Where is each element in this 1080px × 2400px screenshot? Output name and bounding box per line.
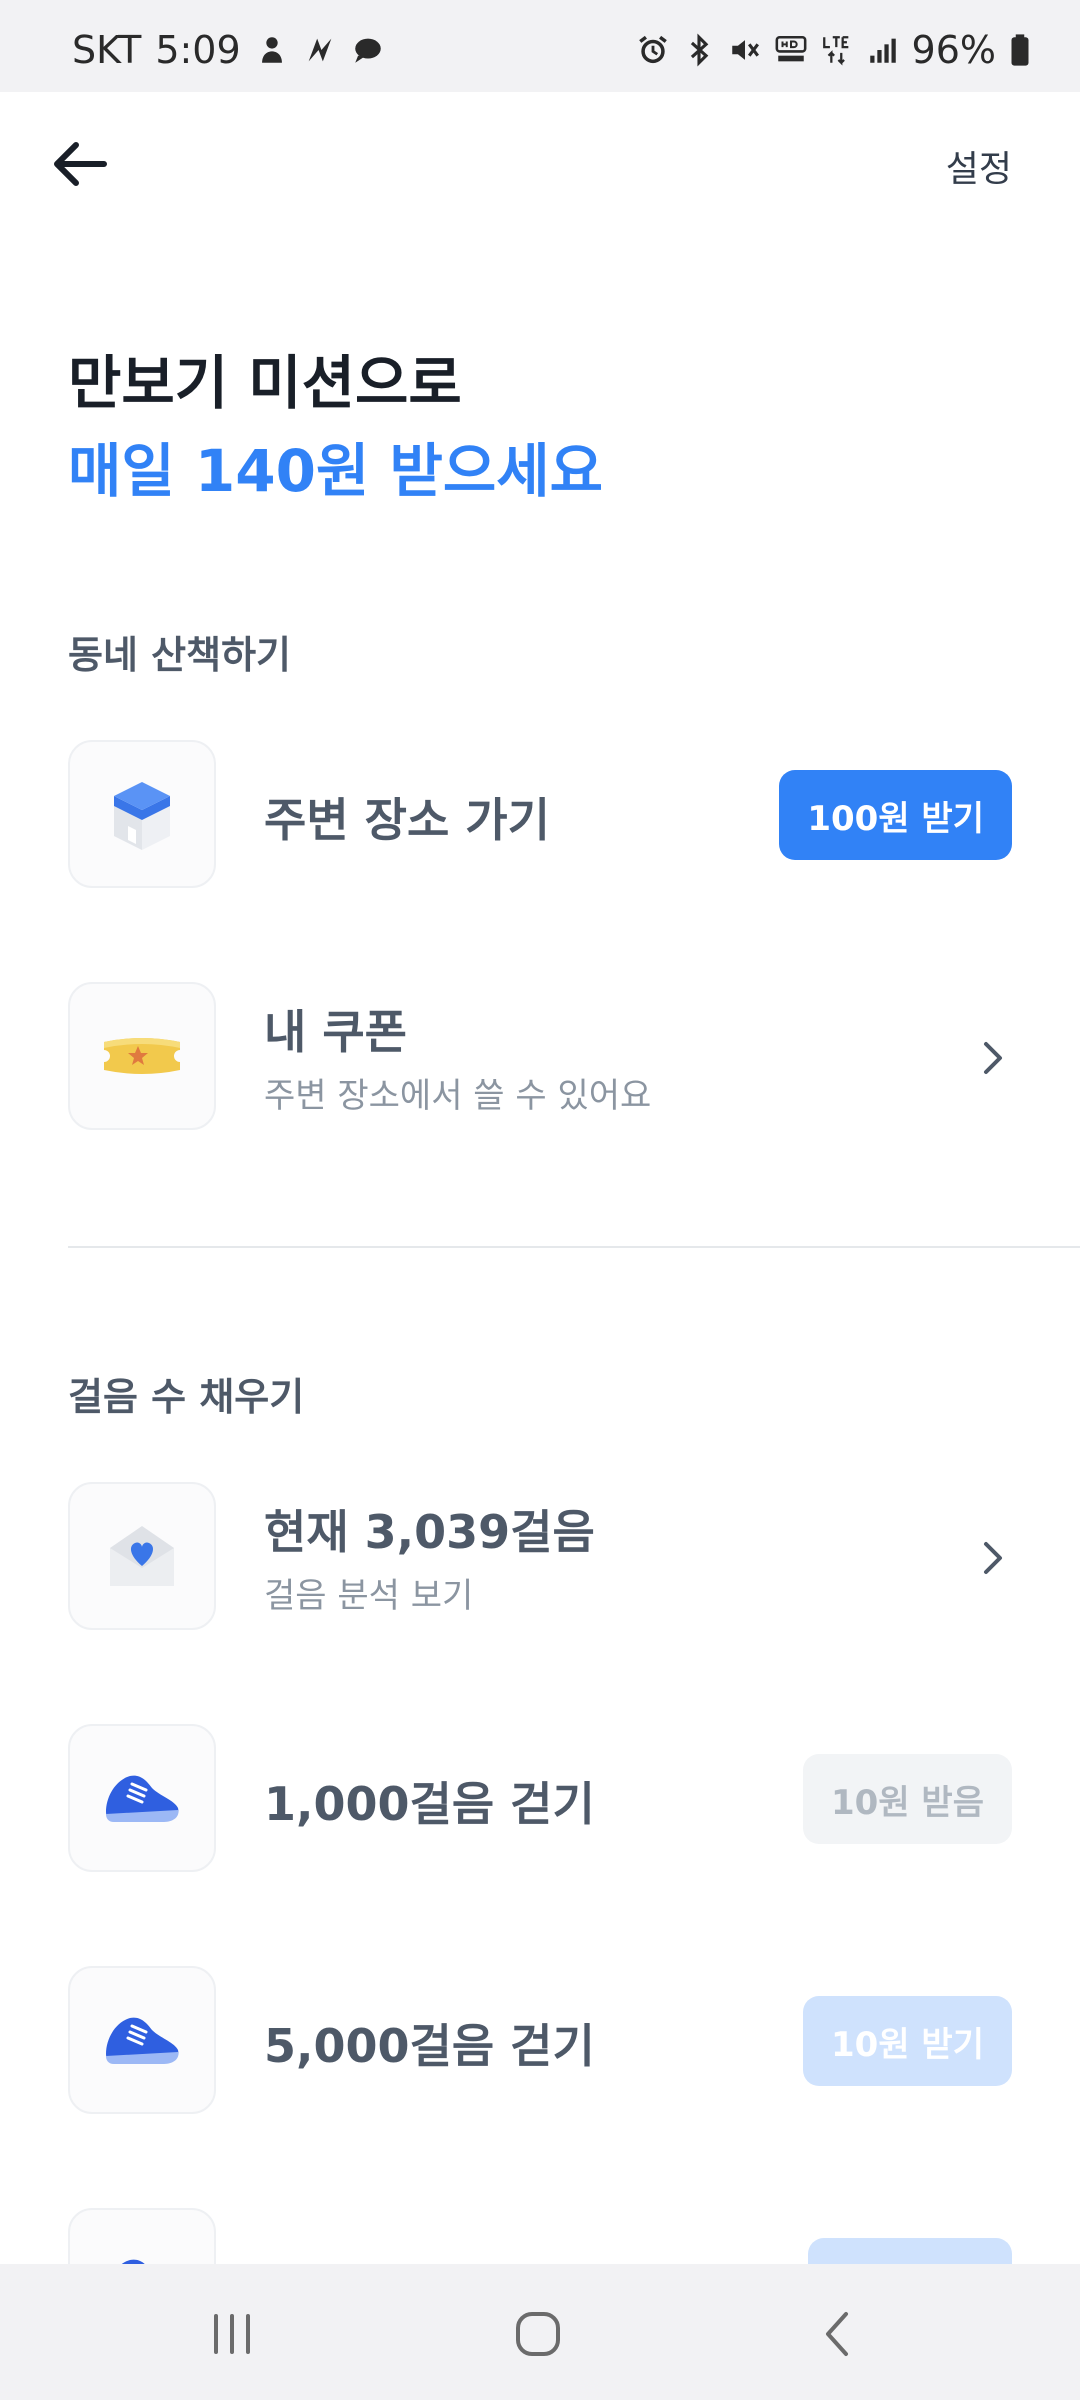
place-box-icon xyxy=(68,740,216,888)
coupon-ticket-icon xyxy=(68,982,216,1130)
list-item-walk-5000[interactable]: 5,000걸음 걷기 10원 받기 xyxy=(68,1966,1012,2116)
list-item-title: 5,000걸음 걷기 xyxy=(264,2019,595,2073)
chevron-right-icon xyxy=(972,1034,1012,1082)
sneaker-icon xyxy=(68,1966,216,2114)
system-nav-bar xyxy=(0,2264,1080,2400)
list-item-walk-1000[interactable]: 1,000걸음 걷기 10원 받음 xyxy=(68,1724,1012,1874)
claim-100-won-button[interactable]: 100원 받기 xyxy=(779,770,1012,860)
assistant-icon xyxy=(255,33,289,67)
heart-envelope-icon xyxy=(68,1482,216,1630)
section-title-steps: 걸음 수 채우기 xyxy=(68,1375,305,1419)
section-divider xyxy=(68,1246,1080,1248)
reward-claimed-button[interactable]: 10원 받음 xyxy=(803,1754,1012,1844)
list-item-current-steps[interactable]: 현재 3,039걸음 걸음 분석 보기 xyxy=(68,1482,1012,1632)
recents-icon xyxy=(214,2314,250,2354)
battery-percent: 96% xyxy=(911,28,996,72)
bolt-icon xyxy=(303,33,337,67)
status-bar: SKT 5:09 96% xyxy=(0,0,1080,92)
list-item-title: 주변 장소 가기 xyxy=(264,793,550,847)
chevron-right-icon xyxy=(972,1534,1012,1582)
arrow-left-icon xyxy=(54,142,107,186)
claim-10-won-button[interactable]: 10원 받기 xyxy=(803,1996,1012,2086)
list-item-title: 1,000걸음 걷기 xyxy=(264,1777,595,1831)
list-item-title: 현재 3,039걸음 xyxy=(264,1505,595,1559)
recent-apps-button[interactable] xyxy=(202,2304,262,2364)
back-button[interactable] xyxy=(48,132,112,196)
list-item-my-coupon[interactable]: 내 쿠폰 주변 장소에서 쓸 수 있어요 xyxy=(68,982,1012,1132)
sneaker-icon xyxy=(68,1724,216,1872)
carrier-label: SKT xyxy=(72,28,142,72)
list-item-title: 내 쿠폰 xyxy=(264,1005,407,1059)
alarm-icon xyxy=(636,33,670,67)
list-item-nearby-place[interactable]: 주변 장소 가기 100원 받기 xyxy=(68,740,1012,890)
chevron-left-icon xyxy=(826,2312,848,2356)
signal-icon xyxy=(866,33,900,67)
page-title-highlight: 매일 140원 받으세요 xyxy=(68,437,603,505)
system-back-button[interactable] xyxy=(808,2304,868,2364)
mute-icon xyxy=(728,33,762,67)
battery-icon xyxy=(1008,33,1032,67)
bluetooth-icon xyxy=(682,33,716,67)
home-button[interactable] xyxy=(508,2304,568,2364)
clock: 5:09 xyxy=(155,28,241,72)
chat-icon xyxy=(351,33,385,67)
home-icon xyxy=(516,2312,560,2356)
list-item-subtitle: 걸음 분석 보기 xyxy=(264,1576,474,1616)
hd-voice-icon xyxy=(774,33,808,67)
lte-icon xyxy=(820,33,854,67)
section-title-neighborhood: 동네 산책하기 xyxy=(68,633,291,677)
page-title: 만보기 미션으로 xyxy=(68,349,462,417)
list-item-subtitle: 주변 장소에서 쓸 수 있어요 xyxy=(264,1076,652,1116)
settings-button[interactable]: 설정 xyxy=(946,140,1012,192)
